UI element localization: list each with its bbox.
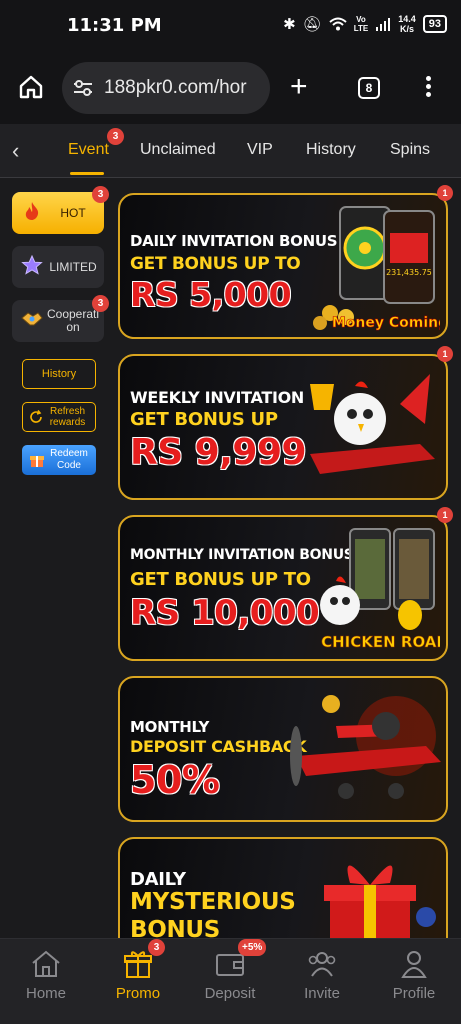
gift-icon (30, 456, 44, 467)
tab-history[interactable]: History (306, 141, 356, 159)
svg-text:Money Coming: Money Coming (332, 315, 440, 331)
status-bar: 11:31 PM ✱ 🔕︎ Vo LTE 14.4 K/s 93 (0, 0, 461, 52)
banner-line2: GET BONUS UP TO (130, 569, 311, 590)
sidebar-item-hot[interactable]: HOT (12, 192, 104, 234)
battery-icon: 93 (422, 15, 447, 33)
banner-amount: 50% (130, 758, 220, 802)
new-tab-button[interactable]: + (290, 72, 308, 102)
nav-deposit[interactable]: Deposit (190, 949, 270, 1002)
banner-line1: DAILY (130, 869, 186, 890)
svg-text:231,435.75: 231,435.75 (386, 268, 432, 277)
bluetooth-icon: ✱ (283, 15, 296, 33)
handshake-icon (18, 310, 46, 333)
nav-promo-badge: 3 (148, 939, 165, 956)
users-icon (308, 952, 336, 977)
flame-icon (18, 201, 46, 226)
url-text[interactable]: 188pkr0.com/hor (104, 77, 264, 99)
tab-event[interactable]: Event (68, 141, 109, 159)
svg-text:CHICKEN ROAD: CHICKEN ROAD (321, 633, 440, 651)
history-button[interactable]: History (22, 359, 96, 389)
promo-sidebar: HOT 3 LIMITED Cooperati on 3 History Ref… (0, 178, 112, 938)
plane-pilot-image (290, 695, 441, 799)
profile-icon (401, 951, 427, 978)
sidebar-item-cooperation[interactable]: Cooperati on (12, 300, 104, 342)
chicken-plane-image (310, 374, 435, 474)
banner-line2: GET BONUS UP (130, 409, 278, 430)
site-settings-icon[interactable] (72, 78, 94, 98)
tab-active-indicator (70, 172, 104, 175)
back-arrow-icon[interactable]: ‹ (12, 138, 19, 164)
banner-1-badge: 1 (437, 185, 453, 201)
refresh-icon (29, 410, 42, 423)
banner-line1: MONTHLY (130, 718, 210, 736)
slot-phones-image: 231,435.75 Money Coming (313, 206, 440, 331)
volte-indicator: Vo LTE (353, 15, 369, 33)
promo-tabs: ‹ Event 3 Unclaimed VIP History Spins (0, 124, 461, 178)
sidebar-item-limited[interactable]: LIMITED (12, 246, 104, 288)
star-icon (18, 254, 46, 280)
chicken-road-image: CHICKEN ROAD (320, 528, 440, 651)
banner-amount: RS 5,000 (130, 275, 292, 314)
redeem-code-button[interactable]: Redeem Code (22, 445, 96, 475)
home-icon (32, 950, 60, 977)
browser-home-icon[interactable] (18, 74, 44, 100)
banner-daily-invitation[interactable]: DAILY INVITATION BONUS GET BONUS UP TO R… (118, 193, 448, 339)
wifi-icon (329, 17, 347, 31)
banner-monthly-invitation[interactable]: MONTHLY INVITATION BONUS GET BONUS UP TO… (118, 515, 448, 661)
tab-switcher-button[interactable]: 8 (358, 77, 380, 99)
banner-weekly-invitation[interactable]: WEEKLY INVITATION GET BONUS UP RS 9,999 (118, 354, 448, 500)
sidebar-hot-badge: 3 (92, 186, 109, 203)
status-icons: ✱ 🔕︎ Vo LTE 14.4 K/s 93 (283, 14, 447, 34)
status-time: 11:31 PM (67, 15, 162, 36)
mute-bell-icon: 🔕︎ (302, 15, 322, 33)
nav-profile[interactable]: Profile (374, 949, 454, 1002)
banner-3-badge: 1 (437, 507, 453, 523)
nav-invite[interactable]: Invite (282, 949, 362, 1002)
banner-amount: RS 10,000 (130, 593, 320, 633)
bottom-navigation: Home Promo 3 Deposit +5% Invite Profile (0, 938, 461, 1024)
browser-toolbar: 188pkr0.com/hor + 8 (0, 52, 461, 124)
tab-spins[interactable]: Spins (390, 141, 430, 159)
tab-unclaimed[interactable]: Unclaimed (140, 141, 216, 159)
banner-2-badge: 1 (437, 346, 453, 362)
tab-vip[interactable]: VIP (247, 141, 273, 159)
address-bar[interactable]: 188pkr0.com/hor (62, 62, 270, 114)
banner-line2: MYSTERIOUS (130, 889, 296, 915)
tab-event-badge: 3 (107, 128, 124, 145)
nav-home[interactable]: Home (6, 949, 86, 1002)
nav-deposit-badge: +5% (238, 939, 267, 956)
signal-icon (376, 18, 391, 31)
nav-promo[interactable]: Promo (98, 949, 178, 1002)
sidebar-cooperation-badge: 3 (92, 295, 109, 312)
net-speed: 14.4 K/s (398, 14, 416, 34)
banner-line2: GET BONUS UP TO (130, 254, 301, 274)
refresh-rewards-button[interactable]: Refresh rewards (22, 402, 96, 432)
banner-monthly-cashback[interactable]: MONTHLY DEPOSIT CASHBACK 50% (118, 676, 448, 822)
browser-menu-icon[interactable] (424, 76, 432, 102)
gift-icon (124, 951, 152, 978)
banner-amount: RS 9,999 (130, 432, 307, 473)
banner-line1: WEEKLY INVITATION (130, 388, 305, 407)
